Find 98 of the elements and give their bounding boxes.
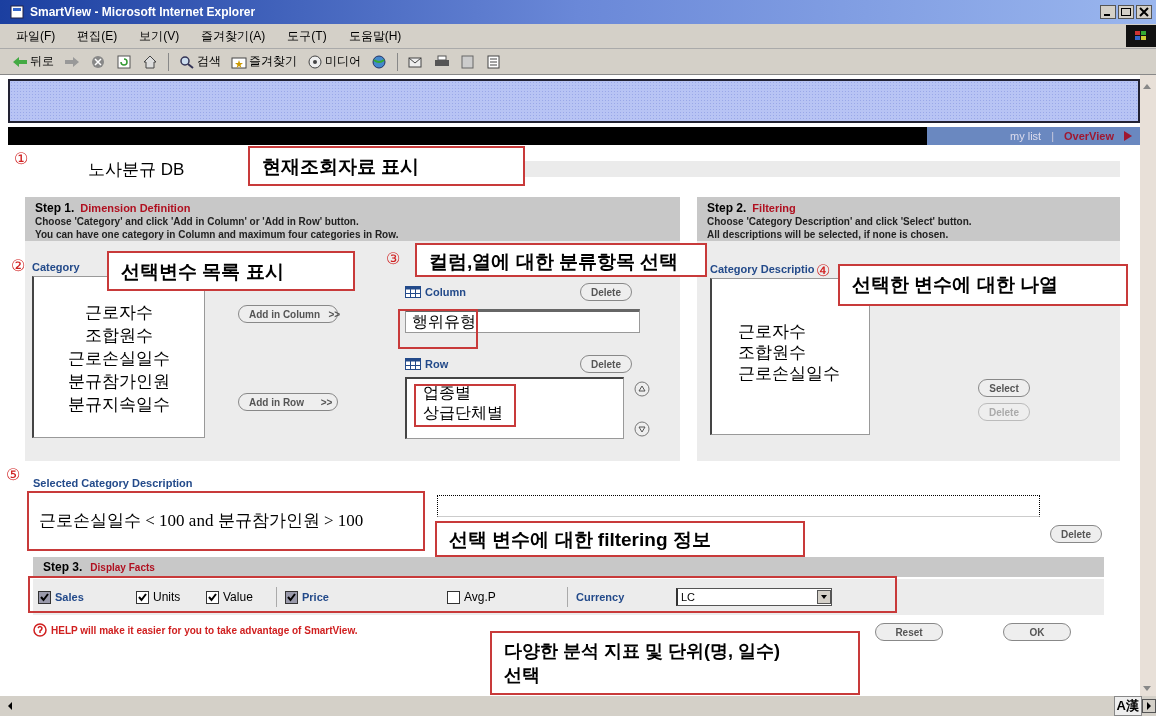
list-item[interactable]: 근로자수 xyxy=(738,321,869,342)
checked-checkbox-icon[interactable] xyxy=(38,590,51,604)
button[interactable]: Add in Column >> xyxy=(238,305,338,323)
currency-dropdown[interactable]: LC xyxy=(676,588,832,606)
instruction-text: All descriptions will be selected, if none is chosen. xyxy=(707,228,950,241)
refresh-icon[interactable] xyxy=(116,54,132,69)
move-down-icon[interactable] xyxy=(634,421,650,437)
checkbox-icon[interactable] xyxy=(447,590,460,604)
list-item[interactable]: 조합원수 xyxy=(85,324,153,347)
back-arrow-icon xyxy=(12,54,28,69)
instruction-text: You can have one category in Column and maximum four categories in Row. xyxy=(35,228,400,241)
help-text[interactable]: HELP will make it easier for you to take advantage of SmartView. xyxy=(51,624,358,636)
menu-item[interactable]: 편집(E) xyxy=(77,27,118,45)
annotation-marker: ⑤ xyxy=(6,467,20,483)
annotation-callout: 선택 변수에 대한 filtering 정보 xyxy=(435,521,805,557)
menu-item[interactable]: 보기(V) xyxy=(139,27,180,45)
field-label: Selected Category Description xyxy=(33,477,194,489)
printer-icon[interactable] xyxy=(434,54,450,69)
ime-indicator[interactable]: A漢 xyxy=(1113,696,1142,716)
windows-logo-icon xyxy=(1126,25,1156,47)
menu-item[interactable]: 도움말(H) xyxy=(348,27,402,45)
label-text: Row xyxy=(425,358,449,370)
scroll-right-icon[interactable] xyxy=(1142,699,1156,713)
selected-description-field[interactable] xyxy=(437,495,1040,517)
annotation-marker: ② xyxy=(11,258,25,274)
toolbar-button[interactable]: 즐겨찾기 xyxy=(231,53,297,70)
annotation-marker: ① xyxy=(14,151,28,167)
list-item[interactable]: 분규지속일수 xyxy=(68,393,170,416)
list-item[interactable]: 근로손실일수 xyxy=(738,363,869,384)
list-item[interactable]: 분규참가인원 xyxy=(68,370,170,393)
filter-condition: 근로손실일수 < 100 and 분규참가인원 > 100 xyxy=(27,491,425,551)
checkbox-label[interactable]: Units xyxy=(153,590,181,604)
checkbox-label[interactable]: Value xyxy=(223,590,253,604)
annotation-callout: 선택변수 목록 표시 xyxy=(107,251,355,291)
checkbox-label[interactable]: Price xyxy=(302,591,329,603)
link-separator: | xyxy=(1051,130,1055,142)
annotation-callout: 컬럼,열에 대한 분류항목 선택 xyxy=(415,243,707,277)
toolbar-button[interactable]: 뒤로 xyxy=(12,53,54,70)
list-item[interactable]: 근로손실일수 xyxy=(68,347,170,370)
checkbox-label[interactable]: Avg.P xyxy=(464,590,496,604)
step-number: Step 3. xyxy=(43,560,83,574)
step-title: Dimension Definition xyxy=(80,202,191,214)
table-icon xyxy=(405,358,421,370)
table-icon xyxy=(405,286,421,298)
field-label: Currency xyxy=(576,591,626,603)
vertical-scrollbar[interactable] xyxy=(1140,75,1156,696)
menu-item[interactable]: 도구(T) xyxy=(287,27,327,45)
instruction-text: Choose 'Category' and click 'Add in Column' or 'Add in Row' button. xyxy=(35,215,360,228)
minimize-icon[interactable] xyxy=(1100,5,1116,19)
note-icon[interactable] xyxy=(486,54,502,69)
button[interactable]: Delete xyxy=(580,283,632,301)
annotation-callout: 다양한 분석 지표 및 단위(명, 일수) 선택 xyxy=(490,631,860,695)
media-icon xyxy=(307,54,323,69)
button[interactable]: Delete xyxy=(1050,525,1102,543)
maximize-icon[interactable] xyxy=(1118,5,1134,19)
annotation-callout: 선택한 변수에 대한 나열 xyxy=(838,264,1128,306)
checked-checkbox-icon[interactable] xyxy=(136,590,149,604)
toolbar-button[interactable]: 검색 xyxy=(179,53,221,70)
button[interactable]: Reset xyxy=(875,623,943,641)
help-icon xyxy=(33,623,47,637)
toolbar-button[interactable]: 미디어 xyxy=(307,53,361,70)
checked-checkbox-icon[interactable] xyxy=(206,590,219,604)
row-list[interactable]: 업종별 상급단체별 xyxy=(405,377,624,439)
move-up-icon[interactable] xyxy=(634,381,650,397)
step-number: Step 2. xyxy=(707,201,747,215)
column-field[interactable]: 행위유형 xyxy=(405,309,640,333)
label-text: Column xyxy=(425,286,466,298)
step-title: Filtering xyxy=(752,202,796,214)
play-arrow-icon xyxy=(1124,131,1132,141)
step-title: Display Facts xyxy=(90,561,155,573)
annotation-marker: ④ xyxy=(816,263,830,279)
checkbox-label[interactable]: Sales xyxy=(55,591,84,603)
step-number: Step 1. xyxy=(35,201,75,215)
menu-item[interactable]: 즐겨찾기(A) xyxy=(201,27,266,45)
home-icon[interactable] xyxy=(142,54,158,69)
checked-checkbox-icon[interactable] xyxy=(285,590,298,604)
database-title: 노사분규 DB xyxy=(88,158,186,181)
button[interactable]: Select xyxy=(978,379,1030,397)
list-item[interactable]: 업종별 xyxy=(423,383,623,403)
annotation-marker: ③ xyxy=(386,251,400,267)
instruction-text: Choose 'Category Description' and click 'Select' button. xyxy=(707,215,973,228)
close-icon[interactable] xyxy=(1136,5,1152,19)
mail-icon[interactable] xyxy=(408,54,424,69)
list-item[interactable]: 조합원수 xyxy=(738,342,869,363)
button[interactable]: Delete xyxy=(580,355,632,373)
field-label: Category Descriptio xyxy=(710,263,815,275)
list-item[interactable]: 근로자수 xyxy=(85,301,153,324)
browser-icon xyxy=(10,5,24,19)
window-title: SmartView - Microsoft Internet Explorer xyxy=(30,5,257,19)
annotation-callout: 현재조회자료 표시 xyxy=(248,146,525,186)
button[interactable]: OK xyxy=(1003,623,1071,641)
list-item[interactable]: 상급단체별 xyxy=(423,403,623,423)
button[interactable]: Add in Row >> xyxy=(238,393,338,411)
search-icon xyxy=(179,54,195,69)
stop-icon[interactable] xyxy=(90,54,106,69)
field-label: Category xyxy=(32,261,80,273)
globe-icon[interactable] xyxy=(371,54,387,69)
menu-item[interactable]: 파일(F) xyxy=(16,27,56,45)
